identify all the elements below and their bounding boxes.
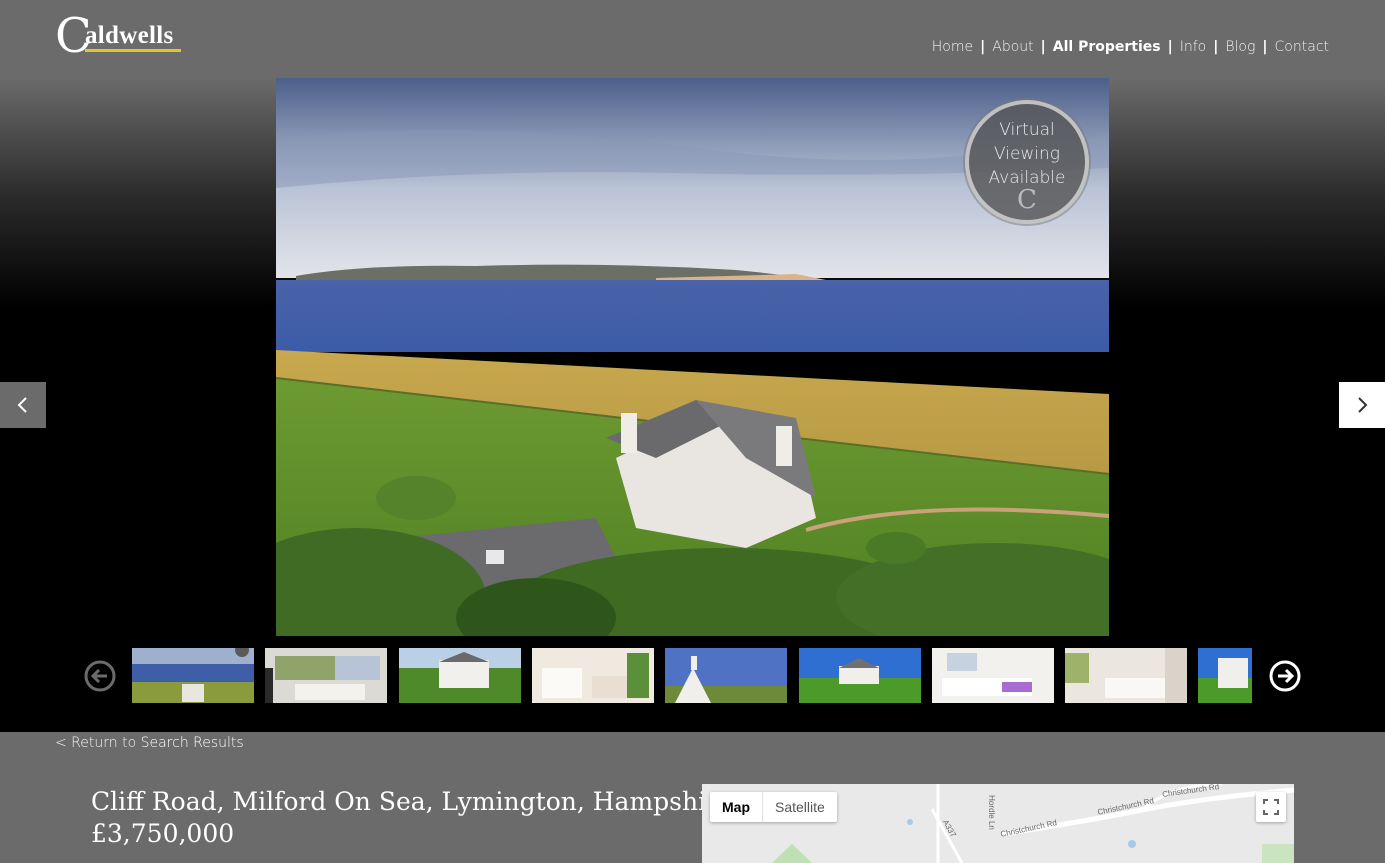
thumbnail[interactable] <box>399 648 521 703</box>
badge-line: Viewing <box>993 144 1061 164</box>
nav-separator: | <box>1262 39 1268 55</box>
map-road-label: Hordle Ln <box>986 795 996 830</box>
thumbnail[interactable] <box>132 648 254 703</box>
return-to-search-link[interactable]: < Return to Search Results <box>55 735 244 751</box>
chevron-right-icon <box>1358 397 1368 413</box>
circle-arrow-left-icon <box>84 660 116 692</box>
map-tab-satellite[interactable]: Satellite <box>763 792 837 822</box>
thumbnail[interactable] <box>532 648 654 703</box>
nav-separator: | <box>980 39 986 55</box>
return-link-prefix: < Return to <box>55 735 141 751</box>
map-fullscreen-button[interactable] <box>1256 792 1286 822</box>
nav-separator: | <box>1167 39 1173 55</box>
nav-about[interactable]: About <box>992 39 1033 55</box>
nav-separator: | <box>1040 39 1046 55</box>
gallery-next-button[interactable] <box>1339 382 1385 428</box>
thumbnail[interactable] <box>1198 648 1252 703</box>
property-title: Cliff Road, Milford On Sea, Lymington, H… <box>91 787 733 816</box>
nav-all-properties[interactable]: All Properties <box>1053 39 1161 55</box>
badge-line: Virtual <box>999 120 1055 140</box>
nav-info[interactable]: Info <box>1180 39 1207 55</box>
virtual-viewing-badge[interactable]: Virtual Viewing Available C <box>965 100 1089 224</box>
return-link-label: Search Results <box>140 735 244 751</box>
site-header: C aldwells Home | About | All Properties… <box>0 0 1385 78</box>
thumbnail[interactable] <box>799 648 921 703</box>
chevron-left-icon <box>17 397 27 413</box>
nav-contact[interactable]: Contact <box>1275 39 1329 55</box>
thumbnail-strip <box>0 648 1385 704</box>
caldwells-logo[interactable]: C aldwells <box>55 10 185 62</box>
thumbnail[interactable] <box>665 648 787 703</box>
thumbnail-image <box>399 648 521 703</box>
thumbnail[interactable] <box>265 648 387 703</box>
main-property-photo[interactable]: Virtual Viewing Available C <box>276 78 1109 636</box>
badge-logo-mark: C <box>1017 185 1037 215</box>
thumbnail-image <box>132 648 254 703</box>
property-map[interactable]: Christchurch Rd Christchurch Rd Christch… <box>702 784 1294 863</box>
circle-arrow-right-icon <box>1269 660 1301 692</box>
thumbnail[interactable] <box>1065 648 1187 703</box>
thumbnails-prev-button[interactable] <box>84 660 116 692</box>
thumbnail-image <box>265 648 387 703</box>
thumbnail-image <box>665 648 787 703</box>
map-type-tabs: Map Satellite <box>710 792 837 822</box>
gallery-prev-button[interactable] <box>0 382 46 428</box>
thumbnails-next-button[interactable] <box>1269 660 1301 692</box>
thumbnail-image <box>932 648 1054 703</box>
property-price: £3,750,000 <box>91 819 235 848</box>
logo-wordmark: aldwells <box>85 22 174 49</box>
nav-separator: | <box>1213 39 1219 55</box>
thumbnail[interactable] <box>932 648 1054 703</box>
nav-home[interactable]: Home <box>932 39 973 55</box>
thumbnail-image <box>532 648 654 703</box>
property-gallery: Virtual Viewing Available C <box>0 78 1385 732</box>
map-tab-map[interactable]: Map <box>710 792 763 822</box>
fullscreen-icon <box>1263 799 1279 815</box>
nav-blog[interactable]: Blog <box>1225 39 1255 55</box>
logo-underline <box>85 49 181 52</box>
thumbnail-image <box>1065 648 1187 703</box>
thumbnail-image <box>799 648 921 703</box>
main-nav: Home | About | All Properties | Info | B… <box>932 39 1329 55</box>
thumbnail-image <box>1198 648 1252 703</box>
